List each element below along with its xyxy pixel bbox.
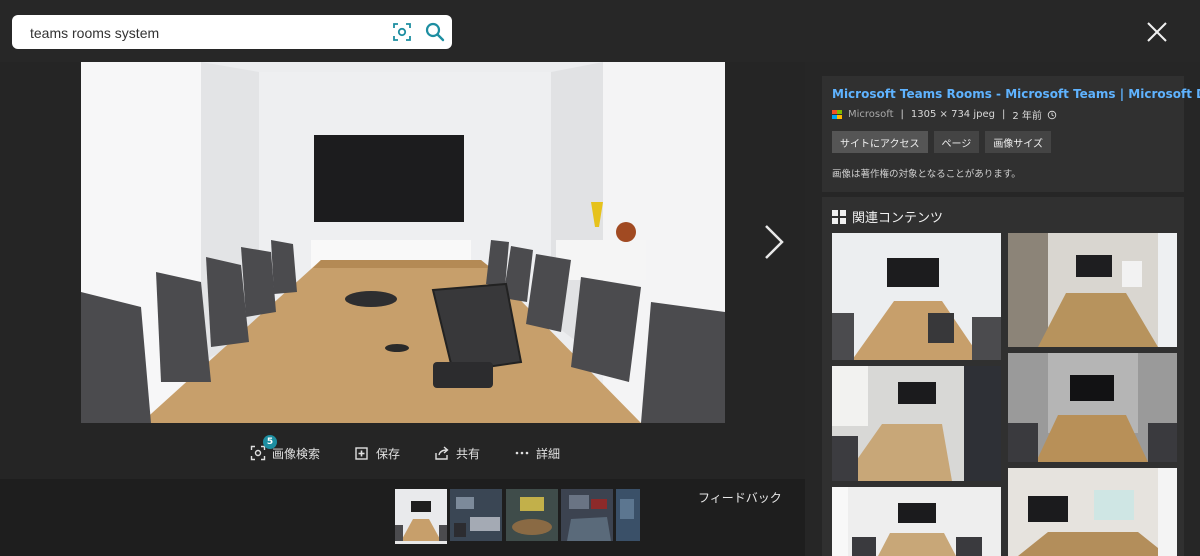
image-action-bar: 5 画像検索 保存 共有 詳細 xyxy=(250,435,594,464)
info-buttons: サイトにアクセス ページ 画像サイズ xyxy=(832,131,1057,153)
search-icon[interactable] xyxy=(424,21,446,43)
image-dimensions: 1305 × 734 jpeg xyxy=(910,109,995,120)
share-icon xyxy=(435,446,449,460)
visual-search-count-badge: 5 xyxy=(263,435,277,449)
chevron-right-icon[interactable] xyxy=(758,222,788,262)
share-button[interactable]: 共有 xyxy=(434,442,480,464)
image-age: 2 年前 xyxy=(1012,111,1042,122)
filmstrip-thumb-5[interactable] xyxy=(616,489,640,541)
viewer-header xyxy=(0,0,1200,62)
feedback-link[interactable]: フィードバック xyxy=(698,489,782,506)
history-icon xyxy=(1047,110,1057,119)
search-box xyxy=(12,15,452,51)
grid-icon xyxy=(832,209,846,224)
more-icon xyxy=(515,451,529,455)
related-image-1[interactable] xyxy=(832,233,1001,360)
related-image-2[interactable] xyxy=(1008,233,1177,347)
more-details-label: 詳細 xyxy=(536,446,561,461)
related-heading-label: 関連コンテンツ xyxy=(852,211,944,226)
more-details-button[interactable]: 詳細 xyxy=(514,442,560,464)
save-label: 保存 xyxy=(376,446,401,461)
visual-search-label: 画像検索 xyxy=(272,446,321,461)
filmstrip-thumb-3[interactable] xyxy=(506,489,558,541)
related-image-3[interactable] xyxy=(832,366,1001,481)
related-image-4[interactable] xyxy=(1008,353,1177,462)
save-button[interactable]: 保存 xyxy=(354,442,400,464)
source-name[interactable]: Microsoft xyxy=(848,109,894,120)
filmstrip-thumb-1[interactable] xyxy=(395,489,447,544)
page-title-link[interactable]: Microsoft Teams Rooms - Microsoft Teams … xyxy=(832,87,1200,101)
visual-search-icon[interactable] xyxy=(392,22,412,42)
share-label: 共有 xyxy=(456,446,481,461)
close-icon[interactable] xyxy=(1144,19,1170,45)
main-image[interactable] xyxy=(81,62,725,423)
page-button[interactable]: ページ xyxy=(933,131,980,153)
image-size-button[interactable]: 画像サイズ xyxy=(985,131,1052,153)
related-image-6[interactable] xyxy=(1008,468,1177,556)
meta-separator: | xyxy=(1001,109,1006,120)
related-image-5[interactable] xyxy=(832,487,1001,556)
copyright-notice: 画像は著作権の対象となることがあります。 xyxy=(832,169,1021,180)
visual-search-icon xyxy=(250,445,266,461)
microsoft-logo-icon xyxy=(832,109,842,120)
filmstrip-thumb-4[interactable] xyxy=(561,489,613,541)
add-collection-icon xyxy=(355,447,368,460)
visit-site-button[interactable]: サイトにアクセス xyxy=(832,131,928,153)
image-info-card: Microsoft Teams Rooms - Microsoft Teams … xyxy=(822,76,1200,192)
related-heading: 関連コンテンツ xyxy=(832,207,943,226)
filmstrip-thumb-2[interactable] xyxy=(450,489,502,541)
search-input[interactable] xyxy=(28,15,392,51)
meta-separator: | xyxy=(900,109,904,120)
visual-search-button[interactable]: 5 画像検索 xyxy=(250,435,321,464)
image-meta: Microsoft | 1305 × 734 jpeg | 2 年前 xyxy=(832,107,1057,122)
